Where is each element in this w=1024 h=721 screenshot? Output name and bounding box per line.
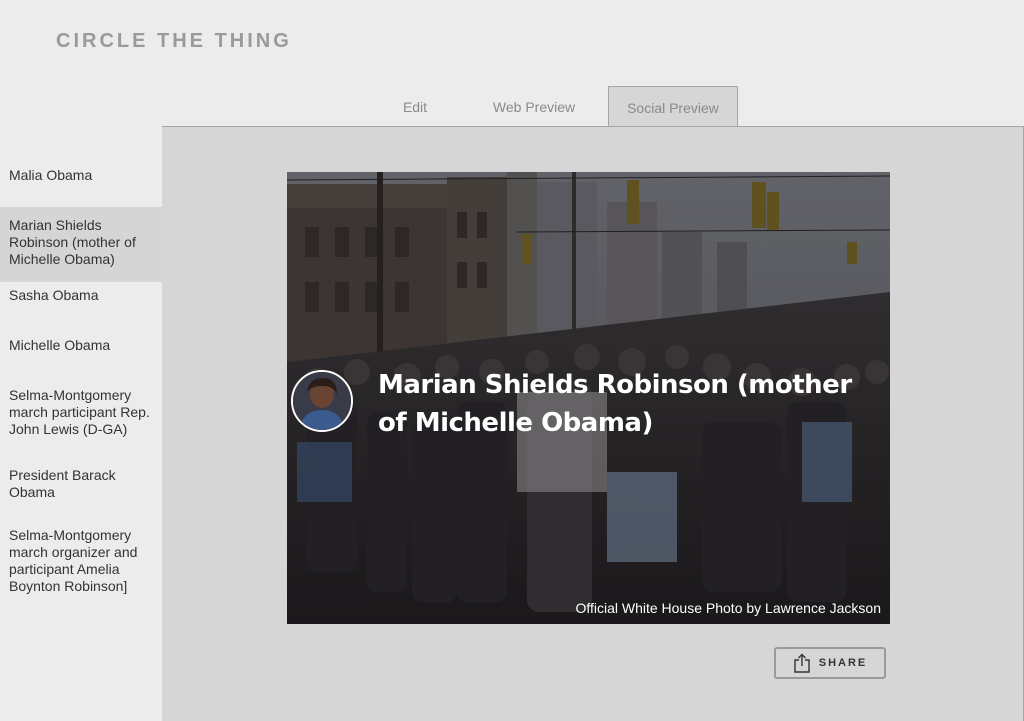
- tab-web-preview[interactable]: Web Preview: [460, 86, 608, 127]
- social-preview-card: Marian Shields Robinson (mother of Miche…: [287, 172, 890, 624]
- preview-headline: Marian Shields Robinson (mother of Miche…: [378, 370, 852, 438]
- preview-panel: Marian Shields Robinson (mother of Miche…: [162, 126, 1024, 721]
- share-button[interactable]: SHARE: [774, 647, 886, 679]
- sidebar: Malia Obama Marian Shields Robinson (mot…: [0, 152, 162, 721]
- sidebar-item-amelia-boynton-robinson[interactable]: Selma-Montgomery march organizer and par…: [0, 527, 162, 595]
- sidebar-item-marian-shields-robinson[interactable]: Marian Shields Robinson (mother of Miche…: [0, 207, 162, 282]
- sidebar-item-sasha-obama[interactable]: Sasha Obama: [0, 287, 162, 304]
- sidebar-item-malia-obama[interactable]: Malia Obama: [0, 167, 162, 184]
- tab-social-preview[interactable]: Social Preview: [608, 86, 738, 127]
- avatar: [291, 370, 353, 432]
- sidebar-item-michelle-obama[interactable]: Michelle Obama: [0, 337, 162, 354]
- share-icon: [793, 653, 811, 673]
- tab-edit[interactable]: Edit: [370, 86, 460, 127]
- app-title: CIRCLE THE THING: [56, 30, 292, 52]
- share-label: SHARE: [818, 657, 868, 669]
- photo-credit: Official White House Photo by Lawrence J…: [575, 600, 881, 616]
- sidebar-item-john-lewis[interactable]: Selma-Montgomery march participant Rep. …: [0, 387, 162, 438]
- tab-bar: Edit Web Preview Social Preview: [370, 86, 738, 127]
- sidebar-item-barack-obama[interactable]: President Barack Obama: [0, 467, 162, 501]
